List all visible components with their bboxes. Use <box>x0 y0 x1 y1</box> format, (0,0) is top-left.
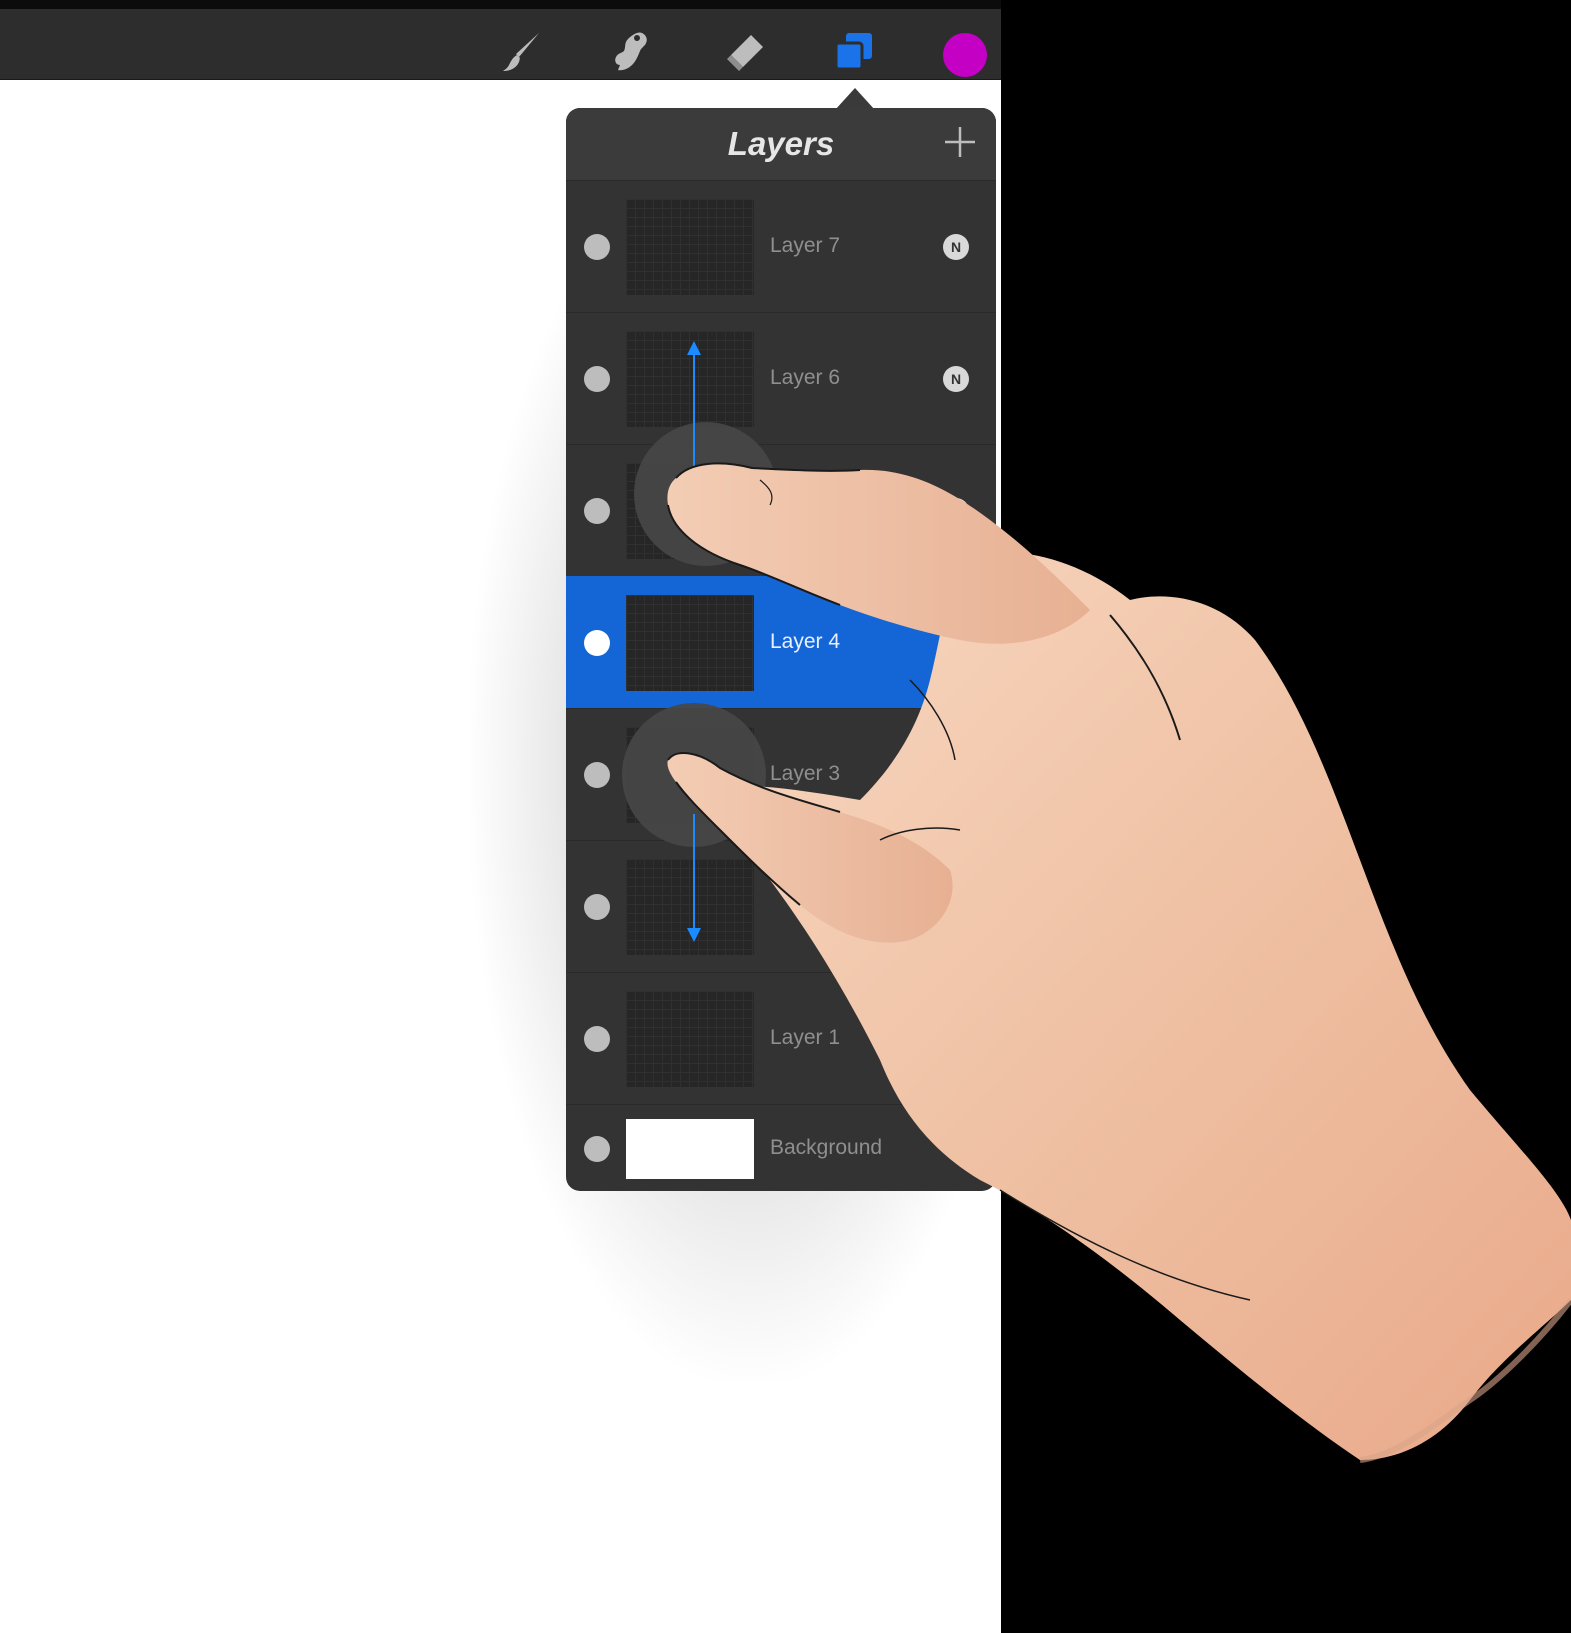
layer-thumbnail <box>626 595 754 691</box>
layers-panel-title: Layers <box>727 125 835 162</box>
layer-row[interactable]: Layer 7 N <box>566 180 996 313</box>
smudge-button[interactable] <box>606 27 656 77</box>
layer-visibility-toggle[interactable] <box>584 498 610 524</box>
layer-row[interactable]: Background <box>566 1104 996 1191</box>
eraser-icon <box>721 29 767 75</box>
layer-thumbnail <box>626 199 754 295</box>
blend-mode-button[interactable]: N <box>943 234 969 260</box>
drag-down-arrow <box>687 814 701 942</box>
plus-icon <box>943 125 977 164</box>
layer-visibility-toggle[interactable] <box>584 894 610 920</box>
eraser-button[interactable] <box>719 27 769 77</box>
layers-panel: Layers Layer 7 N Layer 6 N N Layer 4 Layer 3 La… <box>566 108 996 1191</box>
layer-visibility-toggle[interactable] <box>584 1135 610 1162</box>
layer-visibility-toggle[interactable] <box>584 234 610 260</box>
top-toolbar <box>0 0 1001 80</box>
drag-up-arrow <box>687 341 701 466</box>
layer-visibility-toggle[interactable] <box>584 762 610 788</box>
brush-icon <box>499 29 545 75</box>
layer-name: Layer 7 <box>770 234 841 257</box>
layer-name: Background <box>770 1135 883 1159</box>
popover-arrow <box>835 88 875 110</box>
add-layer-button[interactable] <box>940 124 980 164</box>
layers-panel-header: Layers <box>566 108 996 180</box>
blend-mode-button[interactable]: N <box>943 366 969 392</box>
layer-name: Layer 1 <box>770 1026 841 1049</box>
layer-row[interactable]: N <box>566 444 996 577</box>
blend-mode-button[interactable]: N <box>943 498 969 524</box>
layers-icon <box>831 29 877 75</box>
layer-row[interactable] <box>566 840 996 973</box>
smudge-icon <box>608 29 654 75</box>
layer-row[interactable]: Layer 1 <box>566 972 996 1105</box>
layer-name: Layer 3 <box>770 762 841 785</box>
app-screen: Layers Layer 7 N Layer 6 N N Layer 4 Layer 3 La… <box>0 0 1571 1633</box>
layer-name: Layer 6 <box>770 366 841 389</box>
layer-thumbnail <box>626 1118 754 1179</box>
layer-visibility-toggle[interactable] <box>584 366 610 392</box>
layer-thumbnail <box>626 991 754 1087</box>
layer-row[interactable]: Layer 4 <box>566 576 996 709</box>
brush-button[interactable] <box>497 27 547 77</box>
layer-name: Layer 4 <box>770 630 841 653</box>
layer-visibility-toggle[interactable] <box>584 1026 610 1052</box>
layer-visibility-toggle[interactable] <box>584 630 610 656</box>
layers-button[interactable] <box>829 27 879 77</box>
layer-row[interactable]: Layer 6 N <box>566 312 996 445</box>
color-picker-button[interactable] <box>943 33 987 77</box>
